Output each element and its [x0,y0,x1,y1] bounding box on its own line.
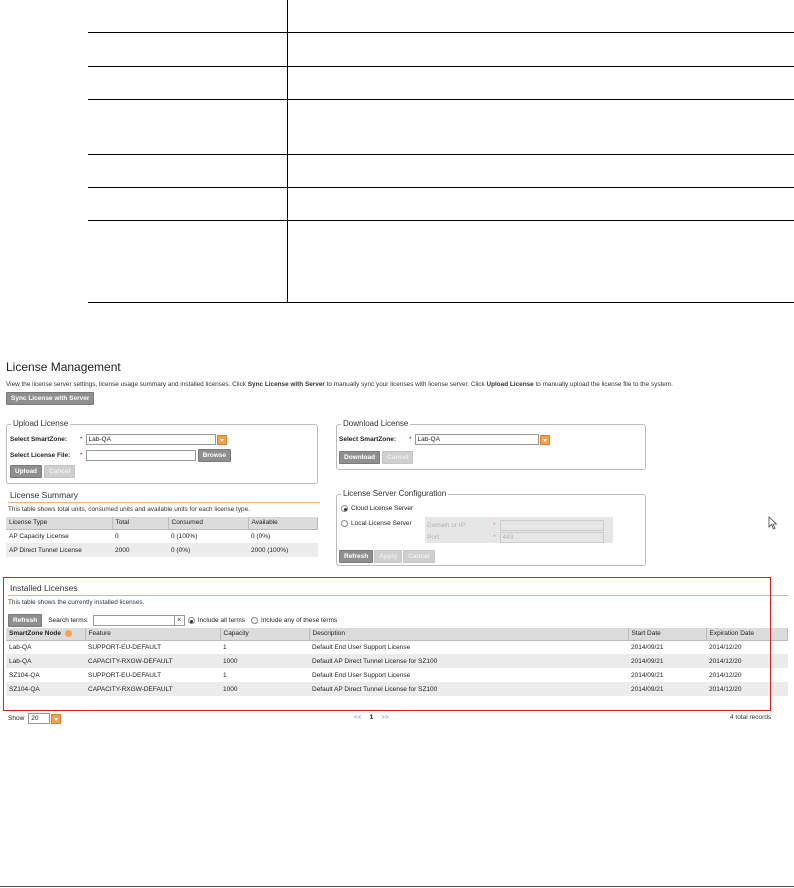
page-size-select[interactable]: 20 [28,713,51,724]
current-page[interactable]: 1 [370,714,374,721]
chevron-down-icon[interactable] [51,713,62,724]
domain-input[interactable] [499,520,604,531]
doc-table-row [88,221,794,303]
sync-license-button[interactable]: Sync License with Server [6,392,95,406]
upload-license-legend: Upload License [11,419,71,428]
column-header[interactable]: License Type [6,517,113,530]
port-label: Port: [427,534,441,541]
column-header[interactable]: Consumed [168,517,249,530]
upload-cancel-button[interactable]: Cancel [44,465,76,479]
license-summary-title: License Summary [10,490,79,500]
table-cell: 0 (0%) [251,532,271,540]
port-input[interactable]: 443 [499,532,604,543]
table-cell: AP Direct Tunnel License [6,543,112,557]
doc-table-row [88,155,794,188]
mouse-cursor-icon [768,516,778,530]
section-divider [8,502,320,503]
required-marker: * [80,436,83,443]
column-header[interactable]: Total [112,517,169,530]
cloud-license-label: Cloud License Server [351,505,414,512]
upload-button[interactable]: Upload [10,465,43,479]
doc-table-row [88,100,794,155]
download-smartzone-label: Select SmartZone: [339,436,397,443]
local-license-label: Local License Server [351,520,412,527]
license-file-input[interactable] [85,450,196,462]
doc-table-row [88,0,794,33]
document-table [88,0,794,303]
next-page-button[interactable]: >> [381,714,389,721]
license-server-config-panel: License Server Configuration Cloud Licen… [336,489,646,566]
download-smartzone-select[interactable]: Lab-QA [414,434,539,445]
local-server-fields: Domain or IP: * Port: * 443 [425,517,613,543]
required-marker: * [493,534,496,541]
upload-smartzone-label: Select SmartZone: [10,436,68,443]
column-header[interactable]: Available [248,517,318,530]
chevron-down-icon[interactable] [539,434,550,445]
table-cell: 0 (100%) [171,532,198,540]
prev-page-button[interactable]: << [354,714,362,721]
download-license-panel: Download License Select SmartZone: * Lab… [336,419,646,470]
total-records: 4 total records [730,714,772,721]
doc-table-row [88,188,794,221]
doc-table-row [88,67,794,100]
server-apply-button[interactable]: Apply [374,550,403,564]
required-marker: * [493,522,496,529]
highlight-box [3,577,771,711]
table-cell: 0 (0%) [168,543,248,557]
license-management-screen: License Management View the license serv… [6,360,788,406]
table-row: AP Direct Tunnel License 2000 0 (0%) 200… [6,543,318,557]
domain-label: Domain or IP: [427,522,467,529]
page-footer-rule [0,886,794,887]
license-server-config-legend: License Server Configuration [341,489,449,498]
page-intro: View the license server settings, licens… [6,381,673,388]
table-cell: AP Capacity License [9,532,69,540]
download-button[interactable]: Download [339,451,381,465]
table-header-row: License Type Total Consumed Available [6,517,318,530]
local-license-radio[interactable] [341,520,348,527]
table-row: AP Capacity License 0 0 (100%) 0 (0%) [6,529,318,543]
server-refresh-button[interactable]: Refresh [339,550,374,564]
upload-license-panel: Upload License Select SmartZone: * Lab-Q… [6,419,318,484]
doc-table-row [88,33,794,67]
license-summary-description: This table shows total units, consumed u… [8,506,250,513]
show-label: Show [8,715,25,722]
required-marker: * [80,452,83,460]
browse-button[interactable]: Browse [197,449,232,463]
table-cell: 0 [115,532,119,540]
license-summary-table: License Type Total Consumed Available AP… [6,517,318,557]
upload-smartzone-select[interactable]: Lab-QA [85,434,216,445]
required-marker: * [409,436,412,443]
chevron-down-icon[interactable] [216,434,227,445]
table-cell: 2000 [112,543,168,557]
download-license-legend: Download License [341,419,411,428]
server-cancel-button[interactable]: Cancel [403,550,435,564]
download-cancel-button[interactable]: Cancel [382,451,414,465]
page-title: License Management [6,360,121,374]
upload-file-label: Select License File: [10,452,71,460]
cloud-license-radio[interactable] [341,505,348,512]
table-cell: 2000 (100%) [248,543,318,557]
